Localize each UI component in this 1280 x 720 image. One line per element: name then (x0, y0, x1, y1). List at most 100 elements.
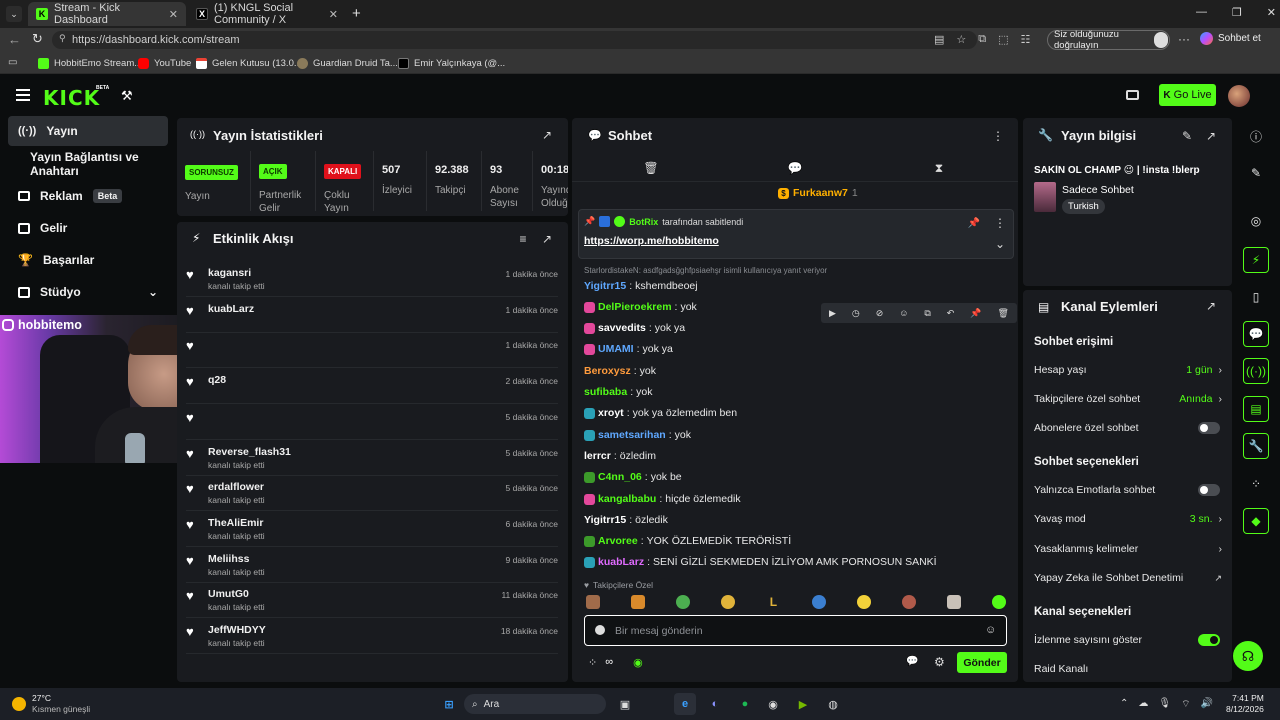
pinned-link[interactable]: https://worp.me/hobbitemo (584, 235, 719, 247)
chat-username[interactable]: Yigitrr15 (584, 280, 626, 292)
verify-identity-button[interactable]: Siz olduğunuzu doğrulayın (1047, 29, 1170, 51)
obs-icon[interactable]: ◍ (822, 693, 844, 715)
emote-icon[interactable] (901, 595, 916, 609)
chat-message[interactable]: sametsarihan: yok (584, 427, 691, 443)
chat-username[interactable]: kuabLarz (598, 556, 644, 568)
sidebar-item-basarilar[interactable]: 🏆 Başarılar (8, 245, 168, 275)
chat-username[interactable]: sufibaba (584, 386, 627, 398)
split-icon[interactable]: ⬚ (998, 33, 1008, 46)
chat-username[interactable]: Beroxysz (584, 365, 631, 377)
mic-icon[interactable]: 🎙 (1158, 698, 1171, 711)
emote-icon[interactable] (721, 595, 736, 609)
chat-message[interactable]: lerrcr: özledim (584, 448, 656, 464)
chat-settings-icon[interactable]: ⚙ (934, 655, 945, 669)
chat-message[interactable]: UMAMI: yok ya (584, 341, 673, 357)
event-username[interactable]: UmutG0 (208, 588, 249, 600)
hourglass-icon[interactable]: ⧗ (932, 161, 946, 175)
chat-message[interactable]: kuabLarz: SENİ GİZLİ SEKMEDEN İZLİYOM AMK… (584, 554, 937, 570)
tab-list-button[interactable]: ⌄ (6, 6, 22, 22)
bookmarks-menu-icon[interactable]: ▭ (8, 57, 17, 68)
chat-username[interactable]: Yigitrr15 (584, 514, 626, 526)
chat-message[interactable]: kangalbabu: hiçde özlemedik (584, 491, 741, 507)
chat-username[interactable]: UMAMI (598, 343, 634, 355)
slash-icon[interactable]: ⊘ (876, 308, 884, 319)
rail-info-icon[interactable]: ⓘ (1243, 123, 1269, 149)
event-username[interactable]: erdalflower (208, 481, 264, 493)
nvidia-icon[interactable]: ▶ (792, 693, 814, 715)
steam-icon[interactable]: ◉ (762, 693, 784, 715)
timeout-clock-icon[interactable]: ◷ (852, 308, 860, 319)
chat-message[interactable]: Arvoree: YOK ÖZLEMEDİK TERÖRİSTİ (584, 533, 791, 549)
subs-chat-toggle[interactable] (1198, 422, 1220, 434)
rail-broadcast-icon[interactable]: ((·)) (1243, 358, 1269, 384)
chat-message[interactable]: savvedits: yok ya (584, 320, 685, 336)
emote-icon[interactable] (991, 595, 1006, 609)
avatar[interactable] (1228, 85, 1250, 107)
banned-words-row[interactable]: Yasaklanmış kelimeler › (1034, 540, 1222, 558)
cloud-icon[interactable]: ☁ (1138, 698, 1148, 711)
rail-users-icon[interactable]: ⁘ (1243, 471, 1269, 497)
emote-only-toggle[interactable] (1198, 484, 1220, 496)
browser-tab-kick[interactable]: K Stream - Kick Dashboard ✕ (28, 2, 186, 26)
taskbar-search[interactable]: ⌕ Ara (464, 694, 606, 714)
go-live-button[interactable]: K Go Live (1159, 84, 1216, 106)
chat-message[interactable]: Beroxysz: yok (584, 363, 656, 379)
chat-username[interactable]: kangalbabu (598, 493, 656, 505)
unpin-icon[interactable]: 📌 (967, 216, 981, 230)
chat-message[interactable]: sufibaba: yok (584, 384, 652, 400)
chat-username[interactable]: sametsarihan (598, 429, 666, 441)
discord-icon[interactable]: ◐ (704, 693, 726, 715)
emote-icon[interactable]: L (766, 595, 780, 609)
windows-start-icon[interactable]: ⊞ (438, 693, 460, 715)
hammer-icon[interactable]: ⚒ (121, 88, 133, 104)
sidebar-item-stream-key[interactable]: Yayın Bağlantısı ve Anahtarı (8, 149, 178, 179)
more-menu-icon[interactable]: ··· (1178, 32, 1190, 46)
volume-icon[interactable]: 🔊 (1201, 698, 1213, 711)
rail-camera-icon[interactable]: ◎ (1243, 208, 1269, 234)
collections-icon[interactable]: ☷ (1021, 33, 1031, 46)
close-window-icon[interactable]: ✕ (1267, 6, 1276, 19)
infinity-icon[interactable]: ∞ (605, 656, 613, 669)
chat-bubble-small-icon[interactable]: 💬 (906, 656, 918, 667)
back-icon[interactable]: ← (8, 32, 21, 47)
minimize-icon[interactable]: — (1196, 6, 1207, 19)
emote-icon[interactable] (811, 595, 826, 609)
trash-icon[interactable]: 🗑 (643, 161, 658, 175)
weather-widget[interactable]: 27°C Kısmen güneşli (12, 693, 90, 715)
spotify-icon[interactable]: ● (734, 693, 756, 715)
category-name[interactable]: Sadece Sohbet (1062, 184, 1134, 196)
popout-icon[interactable]: ↗ (540, 128, 554, 142)
event-username[interactable]: JeffWHDYY (208, 624, 266, 636)
rail-actions-icon[interactable]: ▤ (1243, 396, 1269, 422)
chat-message[interactable]: Yigitrr15: kshemdbeoej (584, 278, 698, 294)
bookmark-youtube[interactable]: YouTube (138, 56, 191, 70)
chat-username[interactable]: C4nn_06 (598, 471, 642, 483)
undo-icon[interactable]: ↶ (947, 308, 955, 319)
chat-username[interactable]: DelPieroekrem (598, 301, 672, 313)
new-tab-button[interactable]: + (352, 5, 361, 22)
filter-icon[interactable]: ≡ (516, 232, 530, 246)
rail-chat-icon[interactable]: 💬 (1243, 321, 1269, 347)
emote-icon[interactable] (676, 595, 691, 609)
popout-icon[interactable]: ↗ (1204, 299, 1218, 313)
theatre-mode-icon[interactable] (1126, 90, 1139, 100)
chat-username[interactable]: savvedits (598, 322, 646, 334)
chevron-up-icon[interactable]: ⌃ (1120, 698, 1128, 711)
expand-chevron-icon[interactable]: ⌄ (993, 237, 1007, 251)
close-icon[interactable]: ✕ (329, 8, 338, 21)
rail-lightning-icon[interactable]: ⚡ (1243, 247, 1269, 273)
chat-icon[interactable]: 💬 (788, 161, 803, 175)
delete-icon[interactable]: 🗑 (998, 308, 1009, 319)
account-age-row[interactable]: Hesap yaşı 1 gün › (1034, 361, 1222, 379)
raid-channel-row[interactable]: Raid Kanalı (1034, 660, 1222, 678)
send-button[interactable]: Gönder (957, 652, 1007, 673)
chat-username[interactable]: xroyt (598, 407, 624, 419)
chat-username[interactable]: Arvoree (598, 535, 638, 547)
reload-icon[interactable]: ↻ (32, 31, 43, 47)
chat-message[interactable]: C4nn_06: yok be (584, 469, 682, 485)
emote-icon[interactable] (631, 595, 646, 609)
support-headset-button[interactable]: ☊ (1233, 641, 1263, 671)
copilot-chat-button[interactable]: Sohbet et (1200, 32, 1261, 45)
followers-chat-row[interactable]: Takipçilere özel sohbet Anında › (1034, 390, 1222, 408)
chat-username[interactable]: lerrcr (584, 450, 611, 462)
